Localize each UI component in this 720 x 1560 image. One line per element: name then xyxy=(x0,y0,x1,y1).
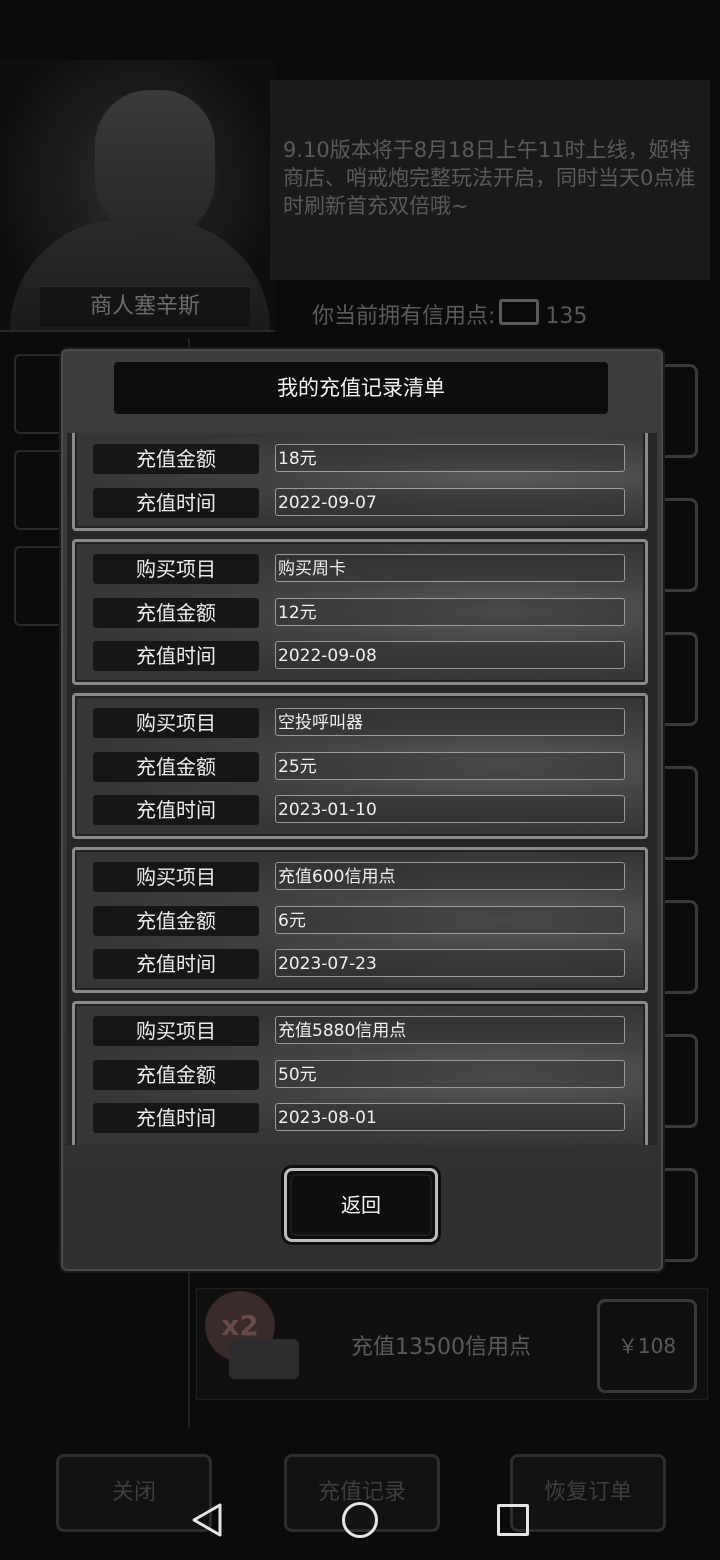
field-value: 12元 xyxy=(275,598,625,626)
record-card: 充值金额 18元 充值时间 2022-09-07 xyxy=(72,433,648,531)
record-row: 充值金额 50元 xyxy=(93,1060,627,1090)
field-label: 充值金额 xyxy=(93,598,259,628)
record-row: 充值金额 25元 xyxy=(93,752,627,782)
home-circle-icon[interactable] xyxy=(342,1502,378,1538)
field-label: 购买项目 xyxy=(93,1016,259,1046)
recents-square-icon[interactable] xyxy=(497,1504,529,1536)
record-row: 充值时间 2022-09-08 xyxy=(93,641,627,671)
field-value: 充值600信用点 xyxy=(275,862,625,890)
merchant-name: 商人塞辛斯 xyxy=(40,286,250,327)
field-value: 空投呼叫器 xyxy=(275,708,625,736)
field-value: 2023-08-01 xyxy=(275,1103,625,1131)
double-bonus-badge: x2 xyxy=(205,1291,301,1387)
field-value: 2022-09-08 xyxy=(275,641,625,669)
record-row: 充值时间 2022-09-07 xyxy=(93,488,627,518)
notice-text: 9.10版本将于8月18日上午11时上线，姬特商店、哨戒炮完整玩法开启，同时当天… xyxy=(283,138,696,218)
field-value: 2023-07-23 xyxy=(275,949,625,977)
back-button-inner-border xyxy=(290,1174,432,1236)
shop-item-row: x2 充值13500信用点 ￥108 xyxy=(196,1288,708,1400)
field-value: 50元 xyxy=(275,1060,625,1088)
recharge-records-dialog: 我的充值记录清单 充值金额 18元 充值时间 2022-09-07 购买项目 购… xyxy=(61,349,663,1271)
field-label: 充值金额 xyxy=(93,444,259,474)
field-label: 充值时间 xyxy=(93,949,259,979)
credits-display: 你当前拥有信用点: 135 xyxy=(312,298,587,330)
field-label: 充值时间 xyxy=(93,641,259,671)
credits-label: 你当前拥有信用点: xyxy=(312,304,496,329)
record-card: 购买项目 充值600信用点 充值金额 6元 充值时间 2023-07-23 xyxy=(72,847,648,993)
field-label: 充值时间 xyxy=(93,1103,259,1133)
field-label: 充值时间 xyxy=(93,795,259,825)
field-label: 购买项目 xyxy=(93,708,259,738)
back-button[interactable]: 返回 xyxy=(284,1168,438,1242)
field-value: 2022-09-07 xyxy=(275,488,625,516)
field-label: 购买项目 xyxy=(93,554,259,584)
credits-value: 135 xyxy=(545,304,588,329)
field-label: 充值金额 xyxy=(93,1060,259,1090)
record-row: 购买项目 购买周卡 xyxy=(93,554,627,584)
record-row: 购买项目 充值600信用点 xyxy=(93,862,627,892)
field-label: 充值时间 xyxy=(93,488,259,518)
record-card: 购买项目 购买周卡 充值金额 12元 充值时间 2022-09-08 xyxy=(72,539,648,685)
record-row: 充值时间 2023-08-01 xyxy=(93,1103,627,1133)
record-row: 充值时间 2023-07-23 xyxy=(93,949,627,979)
field-value: 18元 xyxy=(275,444,625,472)
record-row: 充值时间 2023-01-10 xyxy=(93,795,627,825)
back-triangle-icon[interactable] xyxy=(190,1502,224,1538)
field-label: 充值金额 xyxy=(93,906,259,936)
field-value: 2023-01-10 xyxy=(275,795,625,823)
record-row: 购买项目 充值5880信用点 xyxy=(93,1016,627,1046)
record-card: 购买项目 空投呼叫器 充值金额 25元 充值时间 2023-01-10 xyxy=(72,693,648,839)
field-value: 6元 xyxy=(275,906,625,934)
field-label: 充值金额 xyxy=(93,752,259,782)
field-value: 充值5880信用点 xyxy=(275,1016,625,1044)
wallet-icon xyxy=(499,299,540,325)
record-card: 购买项目 充值5880信用点 充值金额 50元 充值时间 2023-08-01 xyxy=(72,1001,648,1145)
record-row: 购买项目 空投呼叫器 xyxy=(93,708,627,738)
record-row: 充值金额 12元 xyxy=(93,598,627,628)
system-navigation-bar xyxy=(0,1480,720,1560)
records-list[interactable]: 充值金额 18元 充值时间 2022-09-07 购买项目 购买周卡 充值金额 … xyxy=(67,433,657,1145)
field-value: 购买周卡 xyxy=(275,554,625,582)
record-row: 充值金额 18元 xyxy=(93,444,627,474)
shop-item-price-button[interactable]: ￥108 xyxy=(597,1299,697,1393)
dialog-title: 我的充值记录清单 xyxy=(114,362,608,414)
shop-item-label: 充值13500信用点 xyxy=(351,1335,531,1360)
merchant-head xyxy=(95,90,215,240)
record-row: 充值金额 6元 xyxy=(93,906,627,936)
field-label: 购买项目 xyxy=(93,862,259,892)
credit-card-icon xyxy=(229,1339,299,1379)
field-value: 25元 xyxy=(275,752,625,780)
